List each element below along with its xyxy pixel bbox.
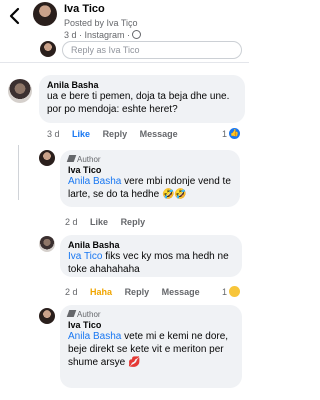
avatar[interactable] <box>33 2 57 26</box>
comment-time: 3 d <box>47 129 60 139</box>
reply-bubble: Anila Basha Iva Tico fiks vec ky mos ma … <box>60 235 242 277</box>
comment-time: 2 d <box>65 217 78 227</box>
reply-bubble: Author Iva Tico Anila Basha vete mi e ke… <box>60 305 242 388</box>
page-title[interactable]: Iva Tico <box>64 3 105 15</box>
reply-button[interactable]: Reply <box>103 129 128 139</box>
divider <box>0 62 249 63</box>
avatar-anila-basha[interactable] <box>8 79 32 103</box>
author-label: Author <box>77 310 101 319</box>
back-arrow-icon[interactable] <box>6 6 24 26</box>
post-meta: 3 d · Instagram · <box>64 30 142 40</box>
comment-actions: 2 d Haha Reply Message <box>65 287 210 297</box>
like-button[interactable]: Like <box>72 129 90 139</box>
message-button[interactable]: Message <box>162 287 200 297</box>
mention-link[interactable]: Anila Basha <box>68 331 121 342</box>
comment-bubble: Anila Basha ua e bere ti pemen, doja ta … <box>39 75 245 123</box>
comment-text: ua e bere ti pemen, doja ta beja dhe une… <box>47 91 230 115</box>
message-button[interactable]: Message <box>140 129 178 139</box>
author-tag: Author <box>66 155 232 164</box>
pen-icon <box>66 155 77 162</box>
reply-button[interactable]: Reply <box>121 217 146 227</box>
reaction-summary[interactable]: 1 👍 <box>222 128 241 139</box>
comment-time: 2 d <box>65 287 78 297</box>
reaction-count: 1 <box>222 286 228 297</box>
pen-icon <box>66 310 77 317</box>
comment-author[interactable]: Anila Basha <box>47 80 237 90</box>
privacy-gear-icon[interactable] <box>132 30 142 39</box>
comment-author[interactable]: Iva Tico <box>68 320 234 330</box>
comment-author[interactable]: Iva Tico <box>68 165 232 175</box>
haha-button[interactable]: Haha <box>90 287 112 297</box>
comment-text: Anila Basha vere mbi ndonje vend te lart… <box>68 175 232 201</box>
author-label: Author <box>77 155 101 164</box>
avatar-iva-tico[interactable] <box>39 150 55 166</box>
avatar-anila-basha[interactable] <box>39 236 55 252</box>
comment-actions: 3 d Like Reply Message <box>47 129 188 139</box>
comment-text: Iva Tico fiks vec ky mos ma hedh ne toke… <box>68 250 234 276</box>
comment-author[interactable]: Anila Basha <box>68 240 234 250</box>
reply-button[interactable]: Reply <box>125 287 150 297</box>
like-reaction-icon: 👍 <box>229 128 241 139</box>
reply-input[interactable]: Reply as Iva Tico <box>62 41 242 59</box>
mention-link[interactable]: Anila Basha <box>68 176 121 187</box>
comment-actions: 2 d Like Reply <box>65 217 155 227</box>
like-button[interactable]: Like <box>90 217 108 227</box>
reply-avatar <box>40 41 56 57</box>
posted-by-text: Posted by Iva Tiço <box>64 18 138 28</box>
reply-bubble: Author Iva Tico Anila Basha vere mbi ndo… <box>60 150 240 207</box>
thread-line <box>18 145 19 200</box>
reaction-count: 1 <box>222 128 228 139</box>
reaction-summary[interactable]: 1 <box>222 286 241 297</box>
avatar-iva-tico[interactable] <box>39 308 55 324</box>
comment-text: Anila Basha vete mi e kemi ne dore, beje… <box>68 330 234 369</box>
mention-link[interactable]: Iva Tico <box>68 251 102 262</box>
post-meta-text: 3 d · Instagram · <box>64 30 131 40</box>
haha-reaction-icon <box>229 286 241 297</box>
author-tag: Author <box>66 310 234 319</box>
